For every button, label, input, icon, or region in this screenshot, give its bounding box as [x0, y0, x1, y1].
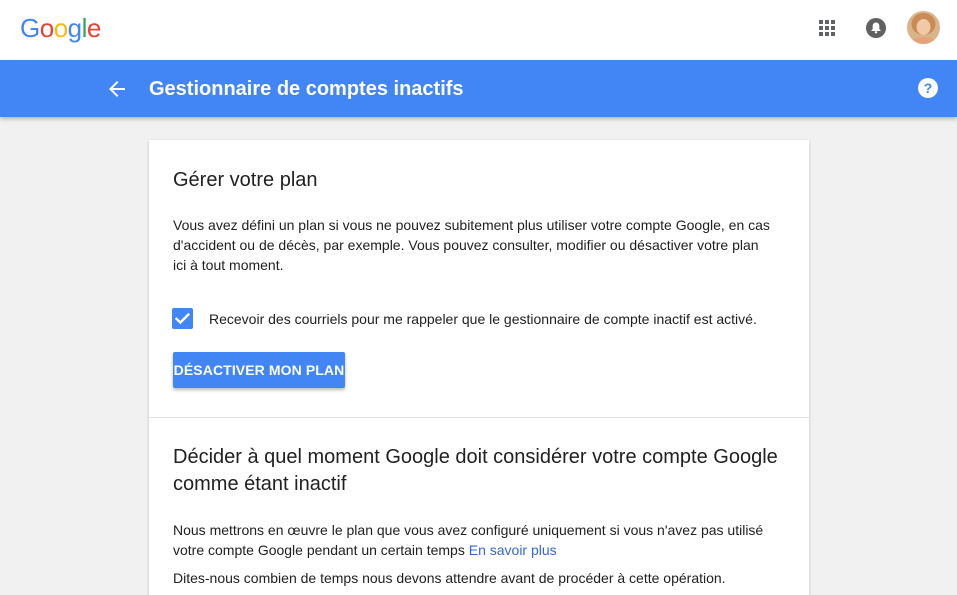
- top-bar: Google: [0, 0, 957, 60]
- check-icon: [174, 312, 190, 325]
- manage-plan-section: Gérer votre plan Vous avez défini un pla…: [149, 140, 809, 417]
- logo-letter: e: [86, 13, 101, 43]
- svg-text:?: ?: [924, 80, 933, 96]
- arrow-back-icon[interactable]: [105, 77, 129, 101]
- page-title: Gestionnaire de comptes inactifs: [149, 78, 464, 100]
- logo-letter: g: [67, 13, 82, 43]
- plan-description: Vous avez défini un plan si vous ne pouv…: [173, 217, 770, 273]
- logo-letter: o: [39, 13, 54, 43]
- app-bar: Gestionnaire de comptes inactifs ?: [0, 60, 957, 117]
- help-icon[interactable]: ?: [917, 77, 939, 99]
- timeout-description: Nous mettrons en œuvre le plan que vous …: [173, 520, 783, 560]
- logo-letter: G: [20, 13, 40, 43]
- section-title: Décider à quel moment Google doit consid…: [173, 446, 778, 495]
- reminder-checkbox[interactable]: [172, 308, 193, 329]
- reminder-checkbox-label[interactable]: Recevoir des courriels pour me rappeler …: [209, 310, 757, 328]
- deactivate-plan-button[interactable]: DÉSACTIVER MON PLAN: [173, 352, 345, 388]
- settings-card: Gérer votre plan Vous avez défini un pla…: [149, 140, 809, 595]
- logo-letter: o: [53, 13, 68, 43]
- bell-icon[interactable]: [865, 17, 887, 39]
- avatar[interactable]: [907, 11, 940, 44]
- google-logo[interactable]: Google: [20, 13, 101, 43]
- wait-question: Dites-nous combien de temps nous devons …: [173, 570, 726, 586]
- learn-more-link[interactable]: En savoir plus: [469, 542, 557, 558]
- section-title: Gérer votre plan: [173, 169, 318, 191]
- divider: [149, 417, 809, 418]
- apps-grid-icon[interactable]: [817, 18, 837, 38]
